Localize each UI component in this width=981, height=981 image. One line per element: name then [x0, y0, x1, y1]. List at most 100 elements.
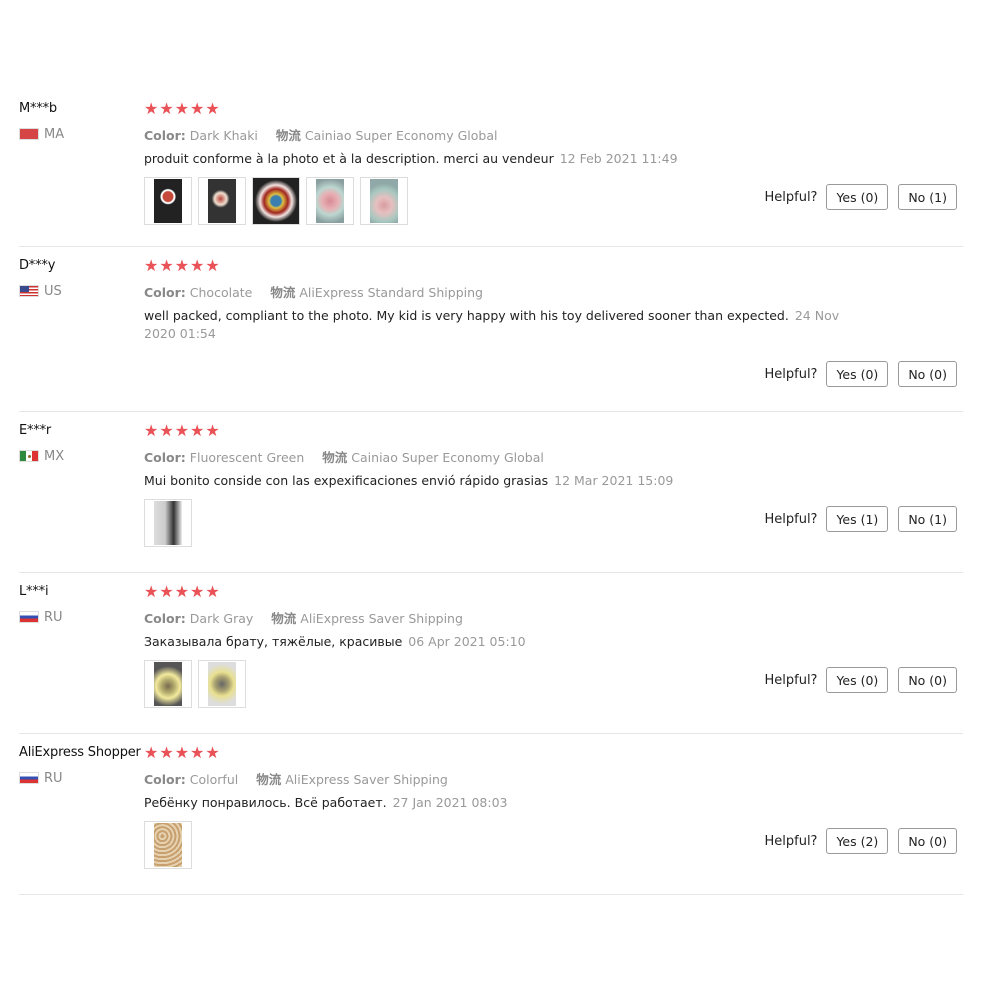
- country-code: MA: [44, 126, 65, 142]
- shipping-value: Cainiao Super Economy Global: [304, 128, 498, 143]
- photo-image: [208, 662, 236, 706]
- review-meta: Color: Colorful 物流 AliExpress Saver Ship…: [144, 769, 448, 788]
- reviewer-name: M***b: [19, 101, 57, 116]
- helpful-label: Helpful?: [764, 833, 818, 849]
- shipping-value: Cainiao Super Economy Global: [351, 450, 544, 465]
- review-meta: Color: Dark Khaki 物流 Cainiao Super Econo…: [144, 125, 497, 144]
- helpful-label: Helpful?: [764, 366, 818, 382]
- flag-ru-icon: [19, 611, 39, 623]
- color-value: Colorful: [189, 772, 239, 787]
- helpful-no-button[interactable]: No (0): [898, 361, 957, 387]
- review-photos: [144, 660, 246, 708]
- helpful-yes-button[interactable]: Yes (2): [826, 828, 889, 854]
- flag-ru-icon: [19, 772, 39, 784]
- star-rating: ★★★★★: [144, 743, 221, 762]
- review-photos: [144, 177, 408, 225]
- review-photos: [144, 499, 192, 547]
- color-label: Color:: [144, 611, 186, 626]
- flag-us-icon: [19, 285, 39, 297]
- helpful-no-button[interactable]: No (0): [898, 828, 957, 854]
- review-item: D***y US ★★★★★ Color: Chocolate 物流 AliEx…: [19, 247, 963, 412]
- country-code: RU: [44, 609, 63, 625]
- shipping-value: AliExpress Saver Shipping: [285, 772, 448, 787]
- color-value: Fluorescent Green: [189, 450, 305, 465]
- review-item: AliExpress Shopper RU ★★★★★ Color: Color…: [19, 734, 963, 895]
- helpful-no-button[interactable]: No (0): [898, 667, 957, 693]
- shipping-value: AliExpress Standard Shipping: [299, 285, 483, 300]
- review-photo-thumbnail[interactable]: [144, 821, 192, 869]
- review-photo-thumbnail[interactable]: [144, 499, 192, 547]
- review-photo-thumbnail[interactable]: [360, 177, 408, 225]
- color-value: Dark Gray: [189, 611, 254, 626]
- photo-image: [154, 179, 182, 223]
- color-value: Dark Khaki: [189, 128, 258, 143]
- reviewer-country: US: [19, 284, 62, 299]
- photo-image: [154, 501, 182, 545]
- review-date: 12 Mar 2021 15:09: [554, 473, 674, 488]
- helpful-label: Helpful?: [764, 511, 818, 527]
- color-label: Color:: [144, 772, 186, 787]
- shipping-label: 物流: [322, 450, 348, 465]
- review-photo-thumbnail[interactable]: [144, 177, 192, 225]
- helpful-label: Helpful?: [764, 672, 818, 688]
- reviewer-name: D***y: [19, 258, 56, 273]
- reviewer-country: RU: [19, 771, 63, 786]
- review-photo-thumbnail[interactable]: [198, 660, 246, 708]
- shipping-label: 物流: [256, 772, 282, 787]
- review-meta: Color: Fluorescent Green 物流 Cainiao Supe…: [144, 447, 544, 466]
- shipping-label: 物流: [275, 128, 301, 143]
- review-text: Mui bonito conside con las expexificacio…: [144, 472, 854, 490]
- review-photos: [144, 821, 192, 869]
- shipping-label: 物流: [270, 285, 296, 300]
- star-rating: ★★★★★: [144, 582, 221, 601]
- photo-image: [208, 179, 236, 223]
- reviewer-country: RU: [19, 609, 63, 625]
- helpful-voting: Helpful? Yes (2) No (0): [764, 828, 957, 854]
- review-photo-thumbnail[interactable]: [144, 660, 192, 708]
- helpful-yes-button[interactable]: Yes (1): [826, 506, 889, 532]
- color-label: Color:: [144, 450, 186, 465]
- helpful-voting: Helpful? Yes (0) No (0): [764, 361, 957, 387]
- shipping-value: AliExpress Saver Shipping: [300, 611, 463, 626]
- review-meta: Color: Dark Gray 物流 AliExpress Saver Shi…: [144, 608, 463, 627]
- shipping-label: 物流: [271, 611, 297, 626]
- reviewer-name: L***i: [19, 584, 49, 599]
- review-body: Заказывала брату, тяжёлые, красивые: [144, 634, 403, 649]
- photo-image: [370, 179, 398, 223]
- review-photo-thumbnail[interactable]: [306, 177, 354, 225]
- country-code: MX: [44, 448, 65, 464]
- review-photo-thumbnail[interactable]: [252, 177, 300, 225]
- review-body: Ребёнку понравилось. Всё работает.: [144, 795, 387, 810]
- helpful-yes-button[interactable]: Yes (0): [826, 184, 889, 210]
- flag-ma-icon: [19, 128, 39, 140]
- review-text: produit conforme à la photo et à la desc…: [144, 150, 854, 168]
- helpful-label: Helpful?: [764, 189, 818, 205]
- reviewer-country: MA: [19, 126, 65, 142]
- review-date: 12 Feb 2021 11:49: [559, 151, 678, 166]
- review-date: 27 Jan 2021 08:03: [392, 795, 508, 810]
- helpful-voting: Helpful? Yes (0) No (1): [764, 184, 957, 210]
- review-item: E***r MX ★★★★★ Color: Fluorescent Green …: [19, 412, 963, 573]
- helpful-voting: Helpful? Yes (0) No (0): [764, 667, 957, 693]
- helpful-no-button[interactable]: No (1): [898, 184, 957, 210]
- review-date: 06 Apr 2021 05:10: [408, 634, 526, 649]
- photo-image: [154, 823, 182, 867]
- helpful-no-button[interactable]: No (1): [898, 506, 957, 532]
- review-photo-thumbnail[interactable]: [198, 177, 246, 225]
- star-rating: ★★★★★: [144, 421, 221, 440]
- helpful-yes-button[interactable]: Yes (0): [826, 667, 889, 693]
- star-rating: ★★★★★: [144, 99, 221, 118]
- review-text: Заказывала брату, тяжёлые, красивые 06 Ap…: [144, 633, 854, 651]
- helpful-voting: Helpful? Yes (1) No (1): [764, 506, 957, 532]
- star-rating: ★★★★★: [144, 256, 221, 275]
- color-value: Chocolate: [189, 285, 253, 300]
- review-body: well packed, compliant to the photo. My …: [144, 308, 789, 323]
- helpful-yes-button[interactable]: Yes (0): [826, 361, 889, 387]
- photo-image: [253, 178, 299, 224]
- review-text: well packed, compliant to the photo. My …: [144, 307, 854, 343]
- review-meta: Color: Chocolate 物流 AliExpress Standard …: [144, 282, 483, 301]
- reviewer-name: E***r: [19, 423, 52, 438]
- photo-image: [316, 179, 344, 223]
- reviewer-country: MX: [19, 448, 65, 464]
- color-label: Color:: [144, 128, 186, 143]
